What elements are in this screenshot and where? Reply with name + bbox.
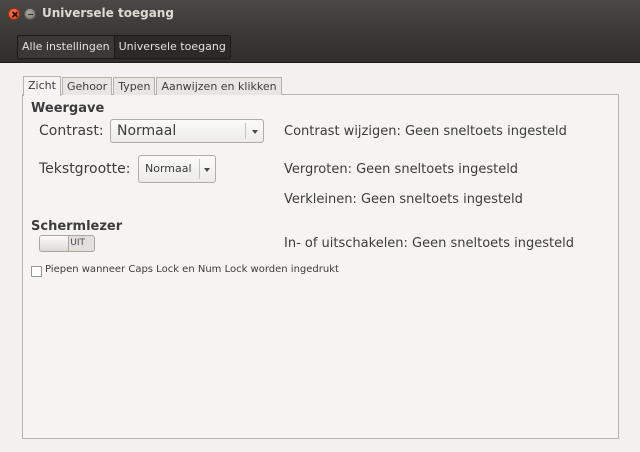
caps-lock-beep-label[interactable]: Piepen wanneer Caps Lock en Num Lock wor… (45, 264, 339, 275)
screen-reader-shortcut[interactable]: In- of uitschakelen: Geen sneltoets inge… (284, 236, 574, 251)
tab-aanwijzen-en-klikken[interactable]: Aanwijzen en klikken (156, 77, 282, 95)
title-bar: Universele toegang (0, 0, 640, 28)
caps-lock-beep-checkbox[interactable] (31, 266, 42, 277)
chevron-down-icon (252, 130, 258, 134)
minimize-icon[interactable] (24, 8, 36, 20)
contrast-shortcut[interactable]: Contrast wijzigen: Geen sneltoets ingest… (284, 124, 567, 139)
tab-bar: Zicht Gehoor Typen Aanwijzen en klikken (23, 76, 283, 96)
section-title-schermlezer: Schermlezer (31, 219, 123, 234)
textsize-select-value: Normaal (145, 162, 192, 175)
tab-zicht[interactable]: Zicht (23, 76, 61, 96)
breadcrumb-universal-access[interactable]: Universele toegang (113, 36, 230, 58)
screen-reader-switch[interactable]: UIT (39, 235, 95, 252)
tab-typen[interactable]: Typen (113, 77, 156, 95)
select-divider (199, 159, 200, 179)
breadcrumb: Alle instellingen Universele toegang (17, 35, 231, 59)
textsize-label: Tekstgrootte: (39, 161, 131, 177)
breadcrumb-all-settings[interactable]: Alle instellingen (18, 36, 114, 58)
switch-knob (40, 236, 69, 251)
textsize-select[interactable]: Normaal (138, 155, 216, 183)
section-title-weergave: Weergave (31, 101, 105, 116)
select-divider (245, 123, 246, 139)
chevron-down-icon (204, 168, 210, 172)
switch-state-label: UIT (70, 238, 85, 248)
close-icon[interactable] (8, 8, 20, 20)
window-title: Universele toegang (42, 6, 174, 20)
zoom-in-shortcut[interactable]: Vergroten: Geen sneltoets ingesteld (284, 162, 518, 177)
contrast-select[interactable]: Normaal (110, 119, 264, 143)
contrast-label: Contrast: (39, 123, 104, 139)
contrast-select-value: Normaal (117, 123, 177, 139)
tab-gehoor[interactable]: Gehoor (61, 77, 113, 95)
zoom-out-shortcut[interactable]: Verkleinen: Geen sneltoets ingesteld (284, 192, 523, 207)
